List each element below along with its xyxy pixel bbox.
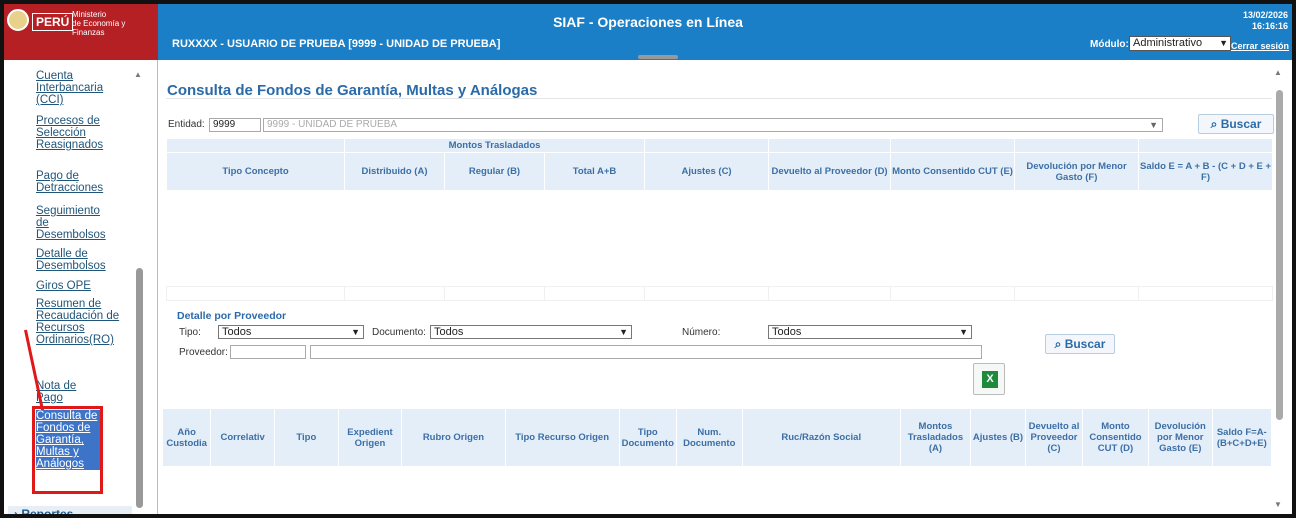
tipo-label: Tipo:	[179, 327, 201, 338]
main-scrollbar[interactable]: ▲ ▼	[1274, 68, 1284, 514]
time-text: 16:16:16	[1251, 21, 1288, 31]
table-cell	[768, 286, 892, 301]
detalle-title: Detalle por Proveedor	[177, 310, 287, 322]
col-monto-consentido: Monto Consentido CUT (D)	[1082, 408, 1149, 467]
app-window: PERÚ Ministerio de Economía y Finanzas S…	[0, 0, 1296, 518]
title-divider	[166, 98, 1272, 99]
excel-export-button[interactable]: X	[973, 363, 1005, 395]
col-montos-trasladados: Montos Trasladados (A)	[899, 408, 972, 467]
sidebar-item-procesos[interactable]: Procesos de Selección Reasignados	[36, 115, 103, 151]
col-saldo: Saldo E = A + B - (C + D + E + F)	[1138, 152, 1274, 191]
sidebar-scrollbar[interactable]: ▲	[134, 68, 144, 514]
scroll-up-icon[interactable]: ▲	[1274, 68, 1282, 77]
table-header	[644, 138, 770, 153]
table-header	[1014, 138, 1140, 153]
summary-table: Montos Trasladados Tipo Concepto Distrib…	[166, 138, 1274, 301]
app-title: SIAF - Operaciones en Línea	[553, 14, 743, 30]
col-ajustes: Ajustes (B)	[970, 408, 1026, 467]
main-panel: Consulta de Fondos de Garantía, Multas y…	[158, 60, 1292, 514]
sidebar-item-reportes[interactable]: › Reportes	[8, 506, 132, 514]
col-devuelto-proveedor: Devuelto al Proveedor (C)	[1024, 408, 1084, 467]
documento-select[interactable]: Todos ▼	[430, 325, 632, 339]
chevron-down-icon: ▼	[351, 327, 360, 337]
main-scroll-thumb[interactable]	[1276, 90, 1283, 420]
col-devuelto: Devuelto al Proveedor (D)	[768, 152, 892, 191]
chevron-down-icon: ▼	[1219, 38, 1228, 48]
table-cell	[890, 286, 1016, 301]
sidebar-item-seguimiento[interactable]: Seguimiento de Desembolsos	[36, 205, 108, 241]
col-tipo-concepto: Tipo Concepto	[166, 152, 345, 191]
sidebar-item-recaudacion[interactable]: Resumen de Recaudación de Recursos Ordin…	[36, 298, 126, 346]
numero-label: Número:	[682, 327, 721, 338]
table-cell	[543, 286, 646, 301]
col-tipo-documento: Tipo Documento	[618, 408, 677, 467]
entidad-code-input[interactable]: 9999	[209, 118, 261, 132]
table-header	[890, 138, 1016, 153]
col-correlativ: Correlativ	[210, 408, 275, 467]
date-text: 13/02/2026	[1242, 10, 1288, 20]
highlight-box	[32, 406, 103, 494]
col-anio-custodia: Año Custodia	[161, 408, 212, 467]
table-header	[166, 138, 345, 153]
table-cell	[1014, 286, 1140, 301]
empty-body	[166, 190, 1273, 287]
col-devolucion: Devolución por Menor Gasto (E)	[1147, 408, 1213, 467]
table-cell	[166, 286, 345, 301]
col-distribuido: Distribuido (A)	[344, 152, 445, 191]
search-button[interactable]: ⌕ Buscar	[1198, 114, 1274, 134]
group-header: Montos Trasladados	[343, 138, 646, 153]
col-devolucion: Devolución por Menor Gasto (F)	[1014, 152, 1140, 191]
col-num-documento: Num. Documento	[675, 408, 743, 467]
module-label: Módulo:	[1090, 39, 1129, 50]
col-expedient-origen: Expedient Origen	[337, 408, 403, 467]
proveedor-name-input[interactable]	[310, 345, 982, 359]
col-monto-consentido: Monto Consentido CUT (E)	[890, 152, 1016, 191]
entidad-name-field[interactable]: 9999 - UNIDAD DE PRUEBA ▼	[263, 118, 1163, 132]
col-saldo: Saldo F=A-(B+C+D+E)	[1211, 408, 1273, 467]
user-info: RUXXXX - USUARIO DE PRUEBA [9999 - UNIDA…	[172, 38, 501, 50]
proveedor-label: Proveedor:	[179, 347, 228, 358]
chevron-down-icon: ▼	[1149, 120, 1158, 130]
sidebar-item-nota-pago[interactable]: Nota de Pago	[36, 380, 88, 404]
numero-select[interactable]: Todos ▼	[768, 325, 972, 339]
sidebar-item-cci[interactable]: Cuenta Interbancaria (CCI)	[36, 70, 103, 106]
scroll-up-icon[interactable]: ▲	[134, 70, 142, 79]
logout-link[interactable]: Cerrar sesión	[1231, 41, 1289, 51]
col-ruc-razon-social: Ruc/Razón Social	[741, 408, 901, 467]
module-select[interactable]: Administrativo ▼	[1129, 36, 1231, 51]
detalle-search-button[interactable]: ⌕ Buscar	[1045, 334, 1115, 354]
datetime: 13/02/2026 16:16:16	[1243, 10, 1288, 32]
page-title: Consulta de Fondos de Garantía, Multas y…	[167, 82, 538, 99]
col-tipo: Tipo	[273, 408, 339, 467]
table-cell	[1138, 286, 1274, 301]
chevron-down-icon: ▼	[959, 327, 968, 337]
panel-resize-handle[interactable]	[638, 55, 678, 59]
col-tipo-recurso-origen: Tipo Recurso Origen	[504, 408, 620, 467]
mef-logo: PERÚ Ministerio de Economía y Finanzas	[4, 4, 158, 60]
entidad-label: Entidad:	[168, 119, 205, 130]
table-header	[768, 138, 892, 153]
excel-icon: X	[982, 371, 998, 388]
proveedor-code-input[interactable]	[230, 345, 306, 359]
col-regular: Regular (B)	[444, 152, 545, 191]
chevron-down-icon: ▼	[619, 327, 628, 337]
detail-table: Año Custodia Correlativ Tipo Expedient O…	[161, 408, 1273, 467]
col-rubro-origen: Rubro Origen	[401, 408, 506, 467]
tipo-select[interactable]: Todos ▼	[218, 325, 364, 339]
sidebar-item-giros[interactable]: Giros OPE	[36, 280, 131, 292]
sidebar-item-detalle[interactable]: Detalle de Desembolsos	[36, 248, 110, 272]
sidebar: Cuenta Interbancaria (CCI) Procesos de S…	[4, 60, 158, 514]
top-header: PERÚ Ministerio de Economía y Finanzas S…	[4, 4, 1292, 60]
documento-label: Documento:	[372, 327, 426, 338]
scroll-down-icon[interactable]: ▼	[1274, 500, 1282, 509]
col-ajustes: Ajustes (C)	[644, 152, 770, 191]
sidebar-scroll-thumb[interactable]	[136, 268, 143, 508]
table-cell	[344, 286, 445, 301]
sidebar-item-detracciones[interactable]: Pago de Detracciones	[36, 170, 106, 194]
table-cell	[444, 286, 545, 301]
table-cell	[644, 286, 770, 301]
table-header	[1138, 138, 1274, 153]
col-total: Total A+B	[543, 152, 646, 191]
